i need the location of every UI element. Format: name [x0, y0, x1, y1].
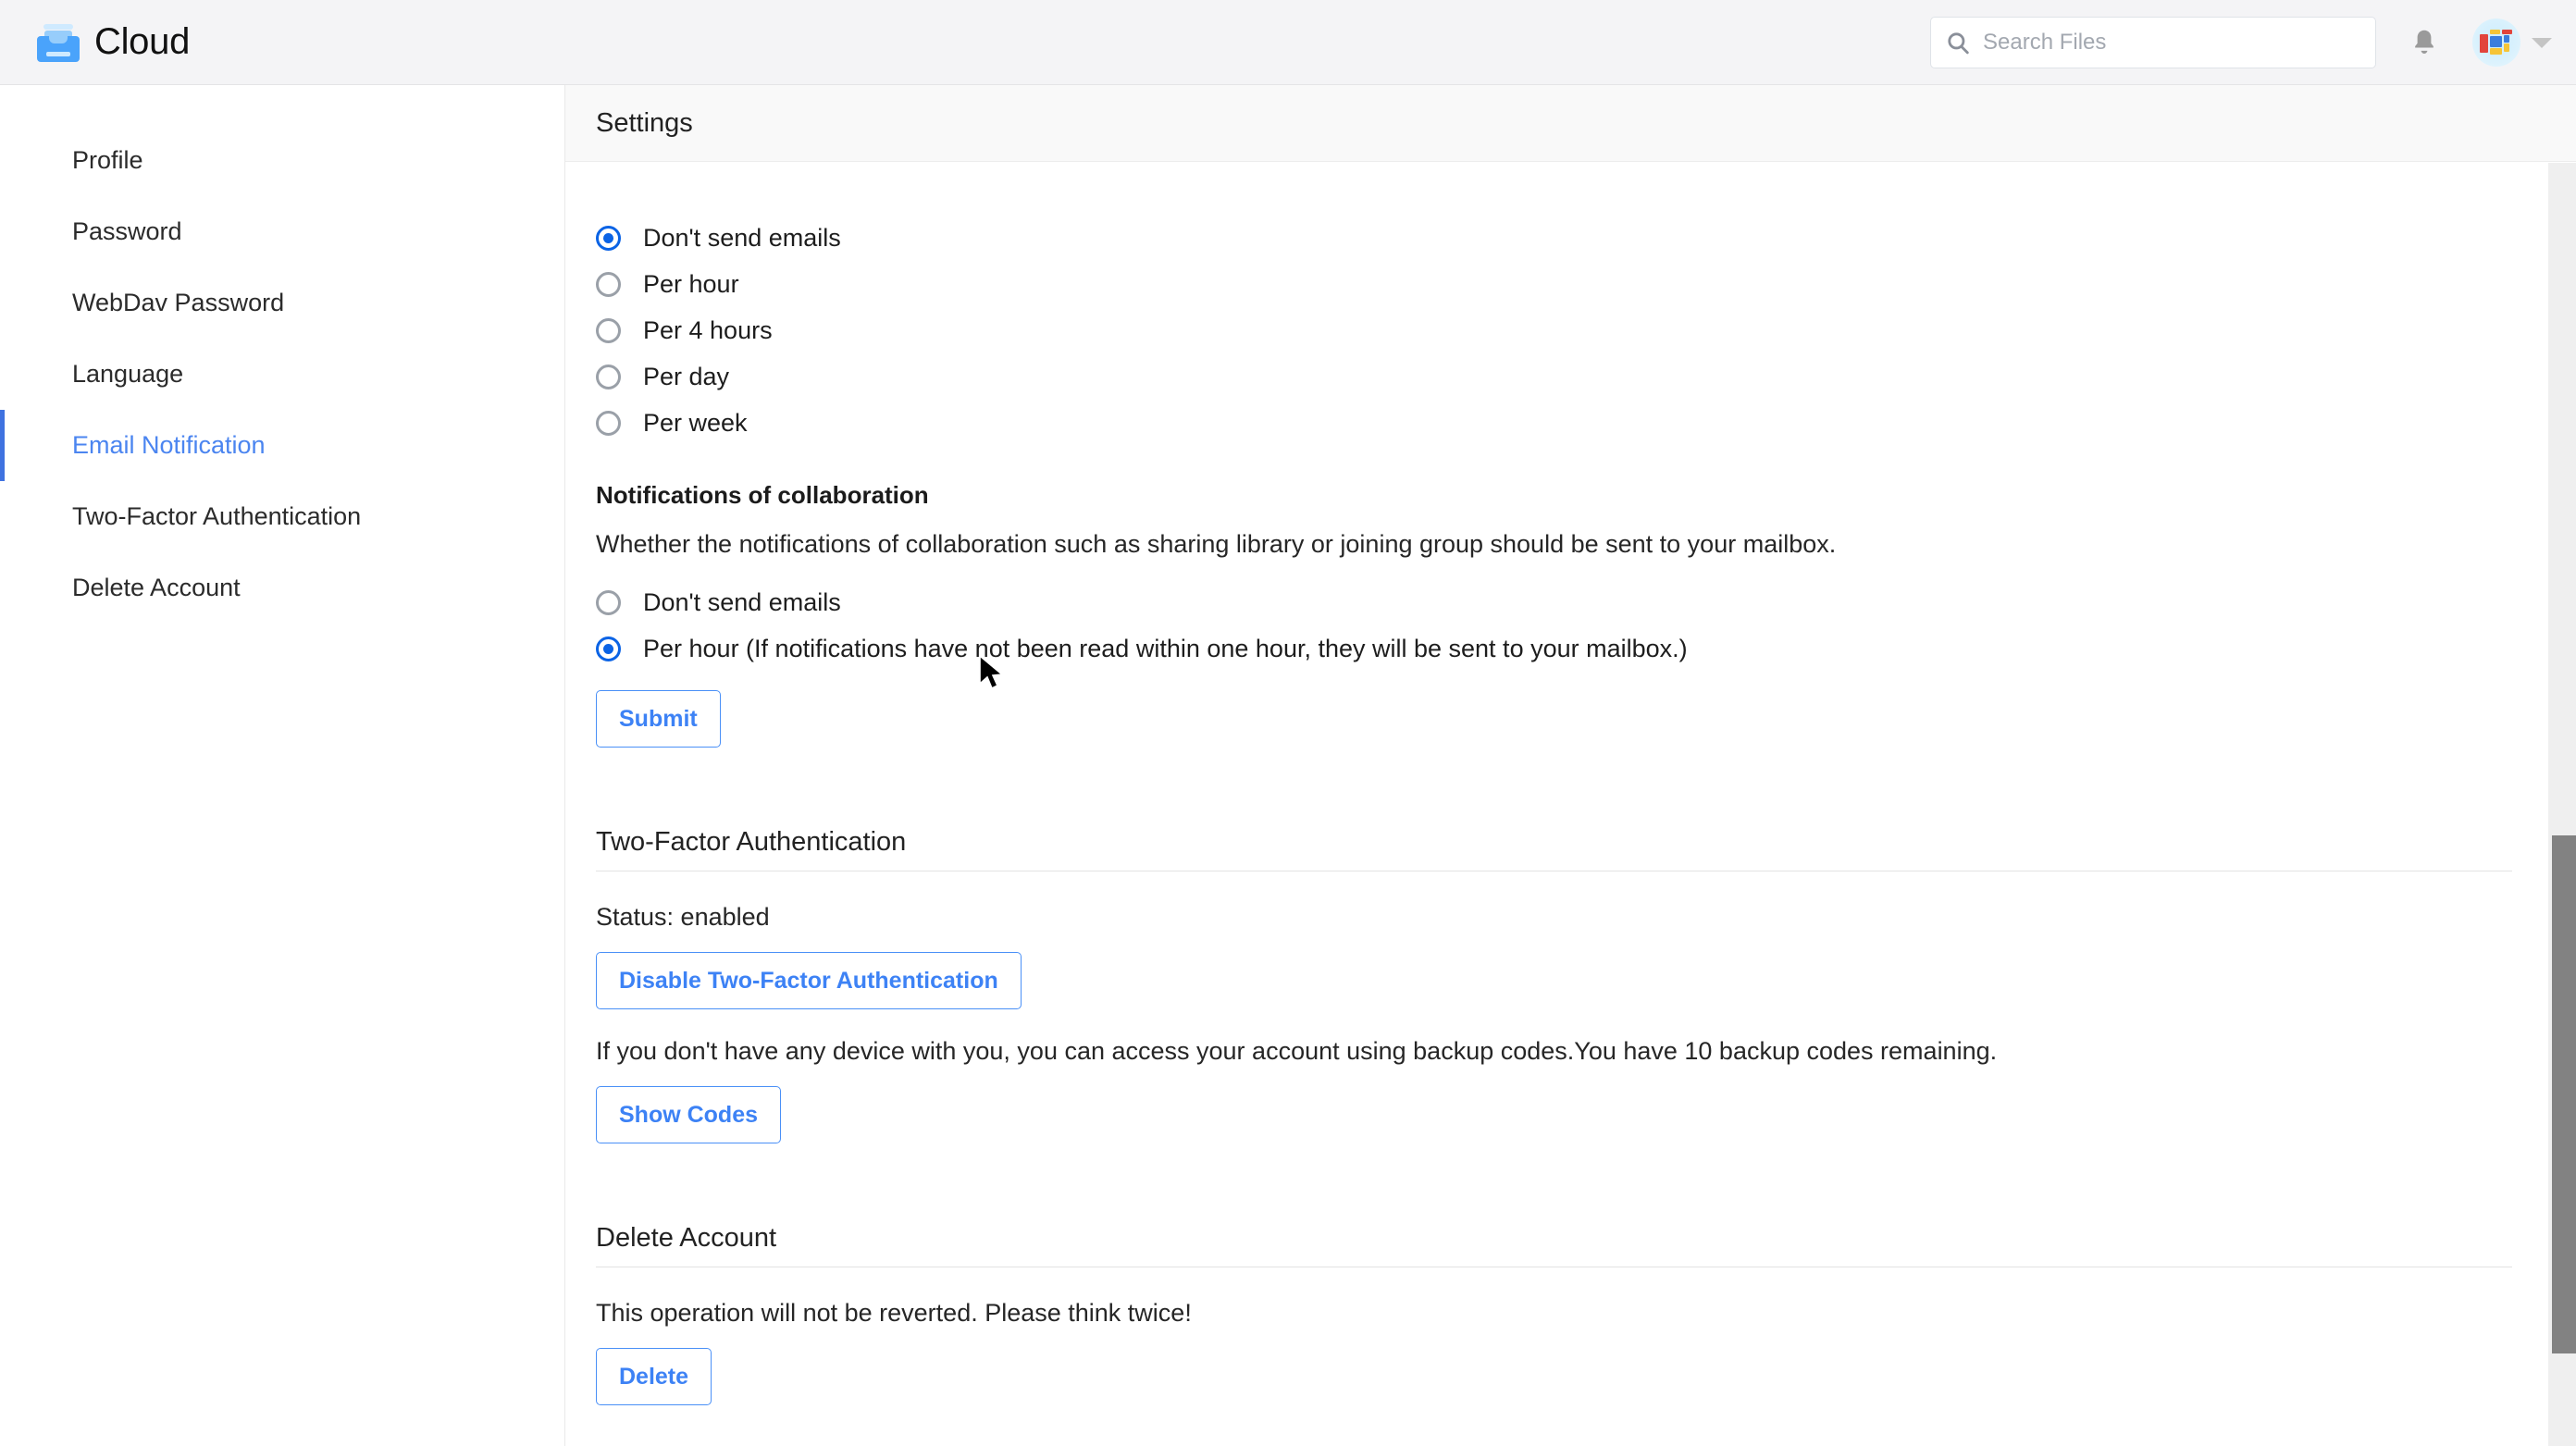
sidebar-item-label: Email Notification: [72, 431, 266, 459]
radio-label: Per hour (If notifications have not been…: [643, 634, 1688, 662]
account-menu[interactable]: [2472, 19, 2552, 67]
page-title: Settings: [596, 107, 693, 138]
chevron-down-icon[interactable]: [2532, 37, 2552, 48]
radio-row-per-4-hours[interactable]: Per 4 hours: [596, 307, 2512, 353]
sidebar-item-label: Language: [72, 360, 184, 388]
radio-row-dont-send-emails[interactable]: Don't send emails: [596, 215, 2512, 261]
sidebar-item-label: Two-Factor Authentication: [72, 502, 362, 530]
radio-row-collab-per-hour[interactable]: Per hour (If notifications have not been…: [596, 625, 2512, 672]
collaboration-heading: Notifications of collaboration: [596, 481, 929, 509]
content-section-header: Settings: [565, 85, 2576, 162]
search-box[interactable]: [1930, 17, 2376, 68]
backup-codes-text: If you don't have any device with you, y…: [596, 1037, 1998, 1065]
search-input[interactable]: [1983, 30, 2353, 56]
radio-per-hour[interactable]: [596, 271, 621, 297]
radio-row-per-hour[interactable]: Per hour: [596, 261, 2512, 307]
vertical-scrollbar[interactable]: [2548, 163, 2576, 1446]
radio-label: Per 4 hours: [643, 315, 773, 344]
two-factor-section: Two-Factor Authentication Status: enable…: [596, 827, 2512, 1143]
two-factor-status: Status: enabled: [596, 903, 770, 931]
delete-account-section: Delete Account This operation will not b…: [596, 1223, 2512, 1405]
delete-account-title: Delete Account: [596, 1223, 777, 1253]
sidebar-item-webdav-password[interactable]: WebDav Password: [0, 267, 564, 339]
radio-dont-send-emails[interactable]: [596, 225, 621, 251]
sidebar-item-label: Profile: [72, 146, 143, 174]
radio-per-day[interactable]: [596, 364, 621, 389]
app-header: Cloud: [0, 0, 2576, 85]
radio-row-per-day[interactable]: Per day: [596, 353, 2512, 400]
disable-two-factor-button[interactable]: Disable Two-Factor Authentication: [596, 952, 1022, 1009]
scrollbar-thumb[interactable]: [2552, 835, 2576, 1353]
settings-sidebar: Profile Password WebDav Password Languag…: [0, 85, 565, 1446]
notifications-button[interactable]: [2396, 15, 2452, 70]
email-frequency-group: Don't send emails Per hour Per 4 hours P…: [596, 215, 2512, 446]
delete-account-warning: This operation will not be reverted. Ple…: [596, 1299, 1192, 1327]
sidebar-item-password[interactable]: Password: [0, 196, 564, 267]
radio-label: Per day: [643, 362, 730, 390]
header-actions: [1930, 0, 2552, 85]
sidebar-item-language[interactable]: Language: [0, 339, 564, 410]
avatar[interactable]: [2472, 19, 2520, 67]
radio-per-4-hours[interactable]: [596, 317, 621, 343]
sidebar-item-label: Delete Account: [72, 574, 241, 601]
sidebar-item-delete-account[interactable]: Delete Account: [0, 552, 564, 624]
sidebar-item-two-factor-authentication[interactable]: Two-Factor Authentication: [0, 481, 564, 552]
radio-label: Don't send emails: [643, 223, 841, 252]
mouse-cursor: [979, 654, 1004, 690]
sidebar-item-label: Password: [72, 217, 182, 245]
radio-collab-per-hour[interactable]: [596, 636, 621, 661]
sidebar-item-profile[interactable]: Profile: [0, 125, 564, 196]
show-codes-button[interactable]: Show Codes: [596, 1086, 782, 1143]
radio-label: Per week: [643, 408, 748, 437]
sidebar-item-email-notification[interactable]: Email Notification: [0, 410, 564, 481]
radio-per-week[interactable]: [596, 410, 621, 436]
sidebar-item-label: WebDav Password: [72, 289, 285, 316]
cloud-logo-icon: [37, 23, 80, 62]
bell-icon: [2415, 30, 2434, 54]
radio-row-collab-dont-send-emails[interactable]: Don't send emails: [596, 579, 2512, 625]
collaboration-description: Whether the notifications of collaborati…: [596, 530, 1837, 558]
brand-name: Cloud: [94, 21, 191, 62]
collaboration-notifications-group: Notifications of collaboration Whether t…: [596, 481, 2512, 748]
delete-button[interactable]: Delete: [596, 1348, 712, 1405]
radio-label: Don't send emails: [643, 587, 841, 616]
radio-label: Per hour: [643, 269, 739, 298]
search-icon: [1948, 32, 1969, 55]
radio-collab-dont-send-emails[interactable]: [596, 589, 621, 615]
two-factor-title: Two-Factor Authentication: [596, 827, 907, 857]
settings-content: Don't send emails Per hour Per 4 hours P…: [565, 85, 2576, 1446]
brand[interactable]: Cloud: [37, 21, 190, 63]
settings-scroll-area: Don't send emails Per hour Per 4 hours P…: [565, 85, 2543, 1446]
submit-button[interactable]: Submit: [596, 690, 721, 748]
radio-row-per-week[interactable]: Per week: [596, 400, 2512, 446]
